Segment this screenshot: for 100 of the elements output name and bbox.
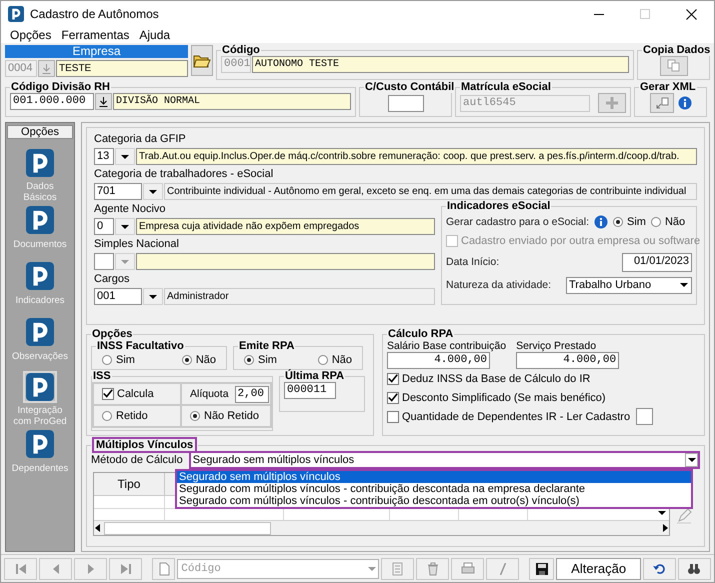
dropdown-button[interactable] — [143, 183, 163, 200]
group-title: Matrícula eSocial — [461, 81, 551, 93]
copy-record-button[interactable] — [381, 558, 414, 580]
description-field[interactable]: Empresa cuja atividade não expõem empregados — [136, 218, 435, 235]
first-button[interactable] — [4, 558, 38, 580]
company-field[interactable]: TESTE — [56, 60, 188, 77]
group-title: Cálculo RPA — [388, 328, 454, 340]
copy-button[interactable] — [660, 56, 688, 76]
print-button[interactable] — [451, 558, 484, 580]
group-title: Indicadores eSocial — [447, 200, 550, 212]
add-button[interactable] — [598, 93, 626, 113]
group-title: Última RPA — [285, 370, 344, 382]
company-header: Empresa — [5, 45, 188, 58]
description-field[interactable]: Contribuinte individual - Autônomo em geral, exceto se enq. em uma das demais categorias de contribuinte individual — [164, 183, 697, 200]
group-title: Emite RPA — [239, 340, 294, 352]
radio-button[interactable]: Não — [182, 354, 216, 366]
binoculars-icon — [687, 562, 702, 576]
code-field[interactable] — [94, 253, 114, 270]
code-field[interactable]: 701 — [94, 183, 142, 200]
undo-button[interactable] — [642, 558, 676, 580]
previous-button[interactable] — [39, 558, 72, 580]
description-field[interactable]: Administrador — [164, 288, 435, 305]
field-label: Natureza da atividade: — [446, 279, 552, 291]
caret-icon — [149, 294, 157, 298]
folder-icon — [193, 54, 211, 68]
last-button[interactable] — [109, 558, 142, 580]
dependents-field[interactable] — [636, 408, 654, 425]
logo-icon — [26, 262, 54, 290]
amount-field[interactable]: 4.000,00 — [387, 352, 490, 369]
logo-icon — [26, 430, 54, 458]
checkbox[interactable]: Calcula — [102, 388, 154, 400]
logo-icon — [26, 373, 54, 401]
checkmark-icon — [103, 389, 113, 399]
dropdown-option[interactable]: Segurado com múltiplos vínculos - contribuição descontada na empresa declarante — [177, 483, 691, 495]
scroll-left-icon[interactable] — [94, 524, 102, 532]
radio-button[interactable]: Não Retido — [190, 410, 260, 422]
division-field[interactable]: DIVISÃO NORMAL — [113, 93, 351, 110]
info-icon[interactable] — [678, 96, 692, 110]
menu-item[interactable]: Opções — [5, 28, 56, 42]
next-button[interactable] — [74, 558, 108, 580]
name-field[interactable]: AUTONOMO TESTE — [252, 56, 629, 73]
checkbox[interactable]: Desconto Simplificado (Se mais benéfico) — [387, 392, 606, 404]
plus-icon — [605, 96, 619, 110]
info-icon[interactable] — [594, 214, 608, 228]
radio-button[interactable]: Não — [318, 354, 352, 366]
sidebar-header[interactable]: Opções — [7, 125, 73, 139]
open-button[interactable] — [191, 45, 213, 76]
field-label: Simples Nacional — [94, 237, 180, 251]
code-field[interactable]: 0 — [94, 218, 114, 235]
calculation-method-select[interactable]: Segurado sem múltiplos vínculos — [188, 451, 700, 469]
code-field[interactable]: 001 — [94, 288, 142, 305]
pencil-icon[interactable] — [676, 508, 692, 524]
group-title: ISS — [93, 370, 111, 382]
activity-select[interactable]: Trabalho Urbano — [566, 276, 692, 294]
radio-button[interactable]: Sim — [102, 354, 135, 366]
cost-center-field[interactable] — [388, 94, 424, 112]
horizontal-scrollbar[interactable] — [94, 520, 669, 535]
dropdown-option[interactable]: Segurado com múltiplos vínculos - contribuição descontada em outro(s) vínculo(s) — [177, 495, 691, 507]
maximize-icon — [640, 9, 650, 19]
rate-field[interactable]: 2,00 — [234, 386, 269, 402]
new-button[interactable] — [152, 558, 176, 580]
radio-button[interactable]: Não — [650, 216, 686, 228]
search-button[interactable] — [678, 558, 711, 580]
menu-item[interactable]: Ferramentas — [56, 28, 134, 42]
checkbox[interactable]: Deduz INSS da Base de Cálculo do IR — [387, 372, 590, 384]
printer-icon — [460, 562, 475, 576]
menu-item[interactable]: Ajuda — [134, 28, 176, 42]
dropdown-button[interactable] — [143, 288, 163, 305]
date-field[interactable]: 01/01/2023 — [622, 252, 692, 272]
column-header: Tipo — [94, 473, 165, 495]
scroll-right-icon[interactable] — [661, 524, 669, 532]
slash-icon — [500, 562, 506, 574]
caret-icon — [685, 453, 698, 467]
first-icon — [14, 562, 28, 576]
field-label: Agente Nocivo — [94, 202, 167, 216]
last-rpa-field[interactable]: 000011 — [284, 382, 336, 399]
description-field[interactable]: Trab.Aut.ou equip.Inclus.Oper.de máq.c/contrib.sobre remuneração: coop. que prest.serv. a pes.fís.p/interm.d/coop.d/trab. — [136, 148, 697, 165]
delete-button[interactable] — [416, 558, 450, 580]
mode-indicator: Alteração — [556, 558, 641, 580]
dropdown-option[interactable]: Segurado sem múltiplos vínculos — [177, 471, 691, 483]
dropdown-button[interactable] — [115, 148, 135, 165]
amount-field[interactable]: 4.000,00 — [516, 352, 620, 369]
field-label: Data Início: — [446, 256, 500, 268]
checkbox[interactable]: Quantidade de Dependentes IR - Ler Cadastro — [387, 410, 630, 422]
download-icon — [99, 96, 108, 106]
field-label: Método de Cálculo — [91, 454, 183, 466]
radio-button[interactable]: Sim — [613, 216, 646, 228]
lookup-button[interactable] — [95, 93, 112, 110]
field-label: Cargos — [94, 272, 130, 286]
undo-icon — [652, 562, 666, 576]
code-field[interactable]: 13 — [94, 148, 114, 165]
export-button[interactable] — [650, 93, 674, 113]
radio-button[interactable]: Retido — [102, 410, 148, 422]
group-title: Múltiplos Vínculos — [92, 437, 198, 453]
italic-button[interactable] — [486, 558, 520, 580]
field-label: Gerar cadastro para o eSocial: — [446, 216, 589, 228]
radio-button[interactable]: Sim — [244, 354, 277, 366]
save-button[interactable] — [529, 558, 554, 580]
dropdown-button[interactable] — [115, 218, 135, 235]
code-field[interactable]: 001.000.000 — [10, 93, 94, 110]
